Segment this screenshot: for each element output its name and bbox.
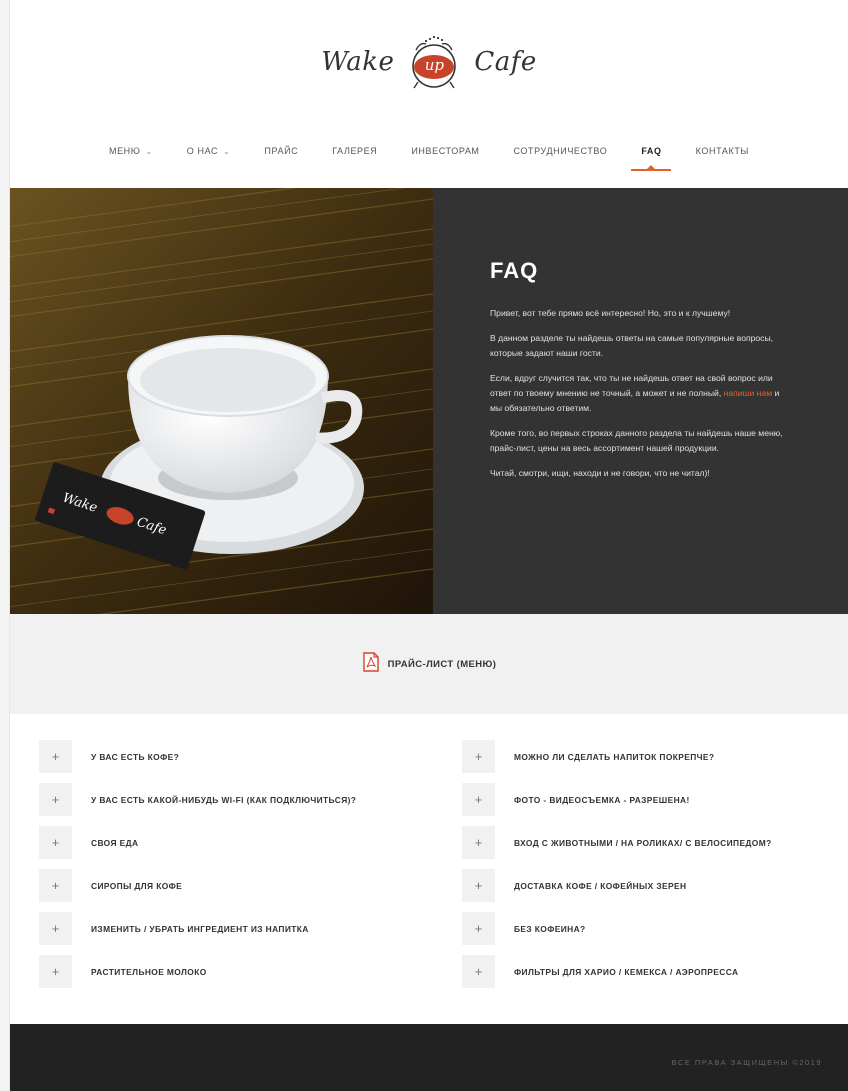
plus-icon: + [462, 783, 495, 816]
price-list-band: ПРАЙС-ЛИСТ (МЕНЮ) [10, 614, 848, 714]
faq-question: СИРОПЫ ДЛЯ КОФЕ [91, 880, 183, 891]
faq-item[interactable]: + ФИЛЬТРЫ ДЛЯ ХАРИО / КЕМЕКСА / АЭРОПРЕСС… [462, 955, 829, 988]
pdf-icon [362, 651, 380, 677]
faq-item[interactable]: + ФОТО - ВИДЕОСЪЕМКА - РАЗРЕШЕНА! [462, 783, 829, 816]
faq-item[interactable]: + СВОЯ ЕДА [39, 826, 462, 859]
faq-question: БЕЗ КОФЕИНА? [514, 923, 586, 934]
nav-item-cooperation[interactable]: СОТРУДНИЧЕСТВО [497, 143, 625, 159]
site-logo[interactable]: Wake up Cafe [10, 30, 848, 94]
faq-item[interactable]: + СИРОПЫ ДЛЯ КОФЕ [39, 869, 462, 902]
nav-item-label: ГАЛЕРЕЯ [332, 146, 378, 156]
plus-icon: + [39, 912, 72, 945]
faq-item[interactable]: + У ВАС ЕСТЬ КАКОЙ-НИБУДЬ WI-FI (КАК ПОДК… [39, 783, 462, 816]
plus-icon: + [462, 955, 495, 988]
nav-item-price[interactable]: ПРАЙС [247, 143, 315, 159]
intro-paragraph-3: Если, вдруг случится так, что ты не найд… [490, 371, 788, 416]
faq-accordion: + У ВАС ЕСТЬ КОФЕ? + МОЖНО ЛИ СДЕЛАТЬ НАПИ… [39, 740, 829, 988]
price-list-link[interactable]: ПРАЙС-ЛИСТ (МЕНЮ) [362, 651, 497, 677]
faq-question: У ВАС ЕСТЬ КАКОЙ-НИБУДЬ WI-FI (КАК ПОДКЛ… [91, 794, 357, 805]
write-us-link[interactable]: напиши нам [724, 388, 773, 398]
plus-icon: + [39, 869, 72, 902]
main-nav: МЕНЮ ⌄ О НАС ⌄ ПРАЙС ГАЛЕРЕЯ ИНВЕСТОРАМ … [10, 143, 848, 171]
chevron-down-icon: ⌄ [145, 146, 153, 156]
nav-item-menu[interactable]: МЕНЮ ⌄ [92, 143, 170, 159]
faq-question: СВОЯ ЕДА [91, 837, 139, 848]
nav-item-label: КОНТАКТЫ [695, 146, 749, 156]
plus-icon: + [39, 783, 72, 816]
nav-item-label: МЕНЮ [108, 146, 141, 156]
nav-item-label: О НАС [186, 146, 219, 156]
plus-icon: + [462, 740, 495, 773]
faq-item[interactable]: + МОЖНО ЛИ СДЕЛАТЬ НАПИТОК ПОКРЕПЧЕ? [462, 740, 829, 773]
faq-question: ФОТО - ВИДЕОСЪЕМКА - РАЗРЕШЕНА! [514, 794, 690, 805]
plus-icon: + [39, 955, 72, 988]
copyright-text: ВСЕ ПРАВА ЗАЩИЩЕНЫ ©2019 [671, 1058, 822, 1067]
active-nav-indicator [631, 169, 672, 171]
nav-item-about[interactable]: О НАС ⌄ [170, 143, 248, 159]
faq-item[interactable]: + БЕЗ КОФЕИНА? [462, 912, 829, 945]
faq-item[interactable]: + ДОСТАВКА КОФЕ / КОФЕЙНЫХ ЗЕРЕН [462, 869, 829, 902]
nav-item-label: FAQ [641, 146, 662, 156]
faq-hero: Wake Cafe FAQ Привет, вот тебе прямо всё… [10, 188, 848, 614]
faq-question: МОЖНО ЛИ СДЕЛАТЬ НАПИТОК ПОКРЕПЧЕ? [514, 751, 715, 762]
faq-item[interactable]: + У ВАС ЕСТЬ КОФЕ? [39, 740, 462, 773]
faq-question: У ВАС ЕСТЬ КОФЕ? [91, 751, 180, 762]
faq-question: ИЗМЕНИТЬ / УБРАТЬ ИНГРЕДИЕНТ ИЗ НАПИТКА [91, 923, 309, 934]
logo-badge-word: up [424, 56, 444, 74]
logo-word-right: Cafe [474, 47, 537, 77]
intro-paragraph-4: Кроме того, во первых строках данного ра… [490, 428, 783, 453]
plus-icon: + [39, 826, 72, 859]
plus-icon: + [39, 740, 72, 773]
nav-item-label: ПРАЙС [264, 146, 299, 156]
faq-question: ФИЛЬТРЫ ДЛЯ ХАРИО / КЕМЕКСА / АЭРОПРЕССА [514, 966, 739, 977]
nav-item-investors[interactable]: ИНВЕСТОРАМ [394, 143, 496, 159]
plus-icon: + [462, 869, 495, 902]
nav-item-gallery[interactable]: ГАЛЕРЕЯ [315, 143, 394, 159]
left-page-edge [0, 0, 10, 1091]
intro-paragraph-1: Привет, вот тебе прямо всё интересно! Но… [490, 308, 731, 318]
faq-item[interactable]: + ИЗМЕНИТЬ / УБРАТЬ ИНГРЕДИЕНТ ИЗ НАПИТКА [39, 912, 462, 945]
faq-question: РАСТИТЕЛЬНОЕ МОЛОКО [91, 966, 207, 977]
faq-item[interactable]: + РАСТИТЕЛЬНОЕ МОЛОКО [39, 955, 462, 988]
price-list-label: ПРАЙС-ЛИСТ (МЕНЮ) [387, 658, 497, 670]
alarm-clock-logo-icon: up [402, 30, 466, 94]
nav-item-label: СОТРУДНИЧЕСТВО [513, 146, 608, 156]
coffee-cup-photo: Wake Cafe [10, 188, 433, 614]
page: Wake up Cafe МЕНЮ ⌄ О НАС ⌄ ПРАЙС ГАЛЕРЕ… [10, 0, 848, 1091]
faq-item[interactable]: + ВХОД С ЖИВОТНЫМИ / НА РОЛИКАХ/ С ВЕЛОСИ… [462, 826, 829, 859]
faq-intro-panel: FAQ Привет, вот тебе прямо всё интересно… [433, 188, 848, 614]
faq-question: ВХОД С ЖИВОТНЫМИ / НА РОЛИКАХ/ С ВЕЛОСИП… [514, 837, 772, 848]
intro-paragraph-5: Читай, смотри, ищи, находи и не говори, … [490, 468, 710, 478]
plus-icon: + [462, 912, 495, 945]
nav-item-faq[interactable]: FAQ [624, 143, 678, 171]
site-footer: ВСЕ ПРАВА ЗАЩИЩЕНЫ ©2019 [10, 1024, 848, 1091]
logo-word-left: Wake [321, 47, 395, 77]
chevron-down-icon: ⌄ [223, 146, 231, 156]
intro-paragraph-2: В данном разделе ты найдешь ответы на са… [490, 333, 774, 358]
nav-item-label: ИНВЕСТОРАМ [411, 146, 480, 156]
faq-question: ДОСТАВКА КОФЕ / КОФЕЙНЫХ ЗЕРЕН [514, 880, 687, 891]
page-title: FAQ [490, 258, 539, 283]
site-header: Wake up Cafe МЕНЮ ⌄ О НАС ⌄ ПРАЙС ГАЛЕРЕ… [10, 0, 848, 188]
plus-icon: + [462, 826, 495, 859]
nav-item-contacts[interactable]: КОНТАКТЫ [679, 143, 766, 159]
